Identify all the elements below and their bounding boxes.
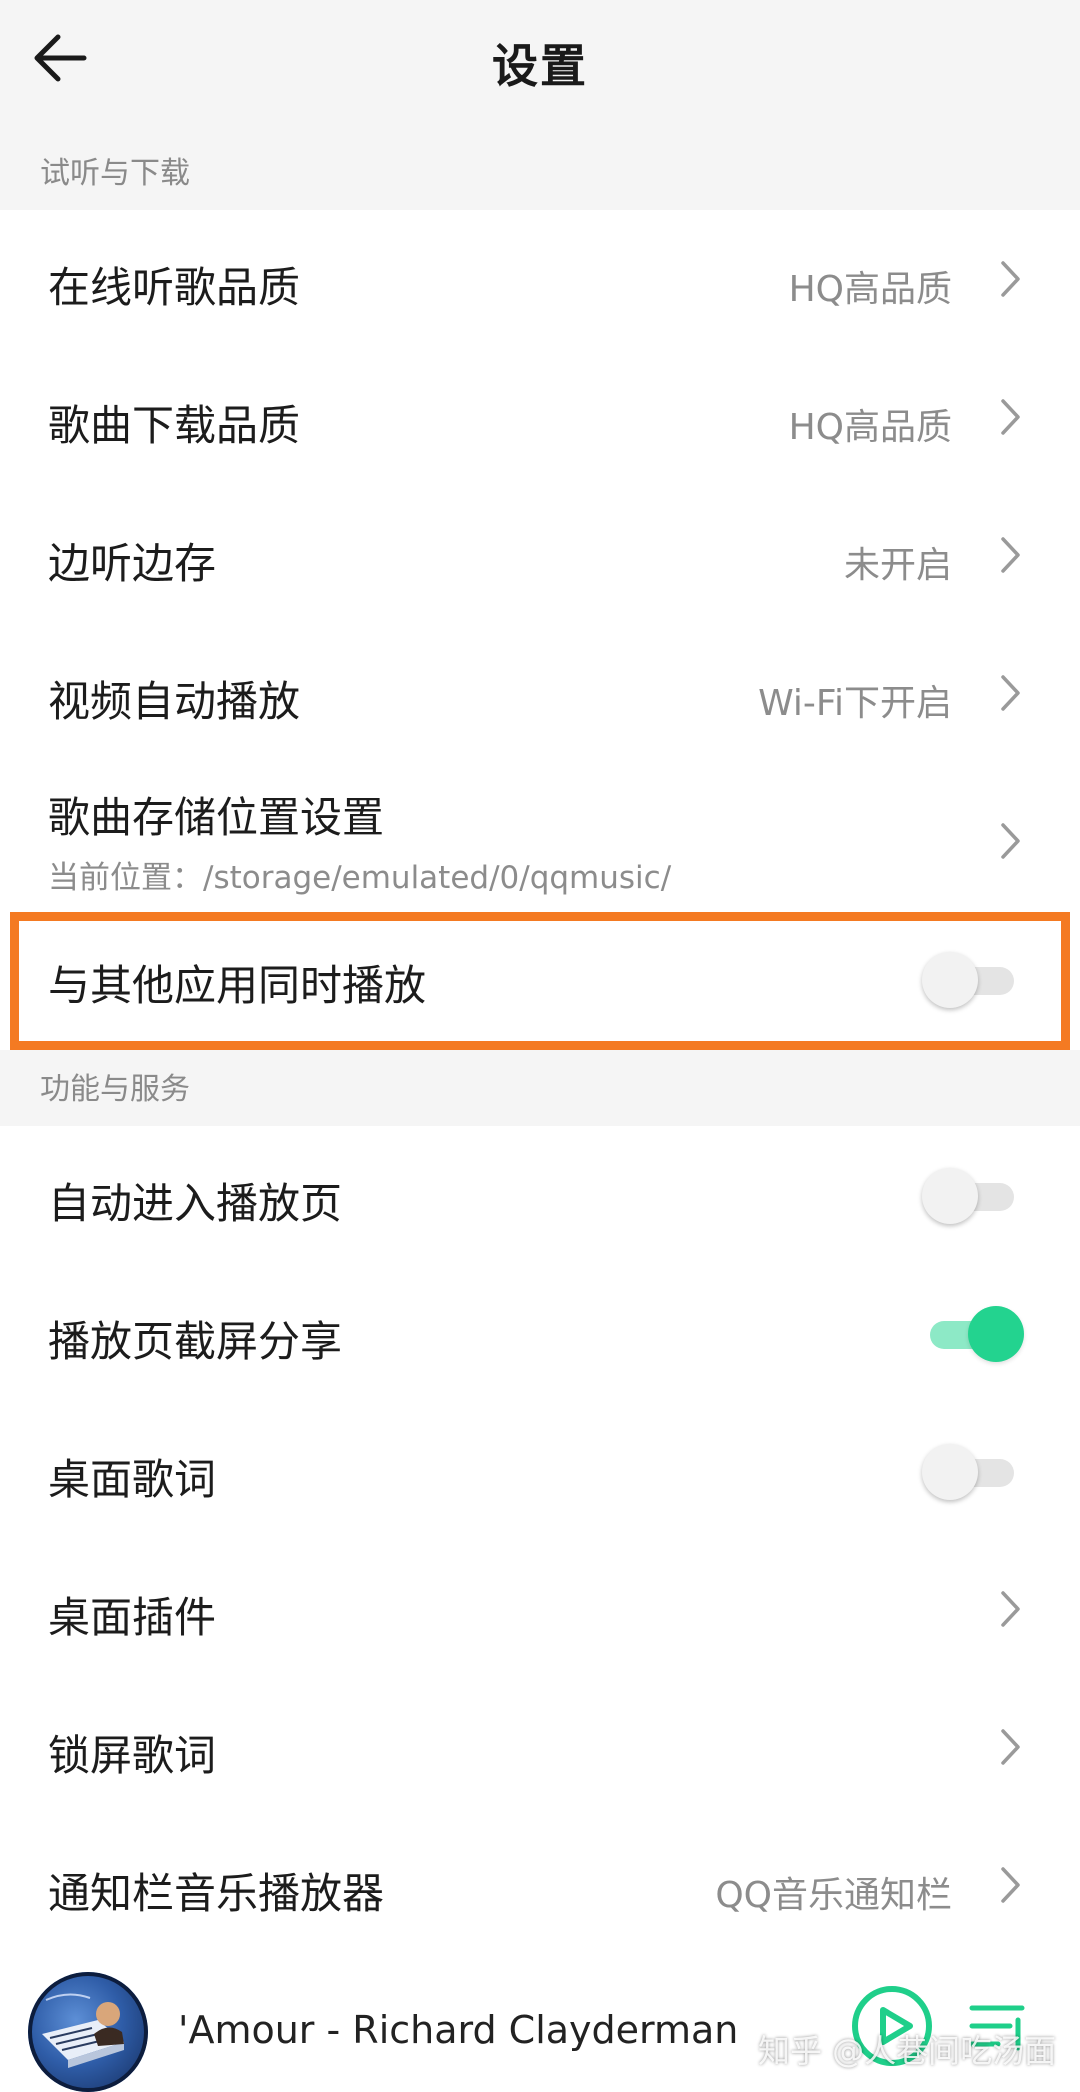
setting-online-quality[interactable]: 在线听歌品质 HQ高品质 [0,210,1080,348]
setting-label: 桌面歌词 [48,1455,217,1504]
setting-label: 锁屏歌词 [48,1731,217,1780]
section-label-features-services: 功能与服务 [40,1072,190,1107]
setting-value: HQ高品质 [788,407,952,448]
setting-label: 桌面插件 [48,1593,217,1642]
setting-storage-location[interactable]: 歌曲存储位置设置 当前位置：/storage/emulated/0/qqmusi… [0,762,1080,912]
setting-download-quality[interactable]: 歌曲下载品质 HQ高品质 [0,348,1080,486]
chevron-right-icon [1001,675,1020,711]
setting-lockscreen-lyrics[interactable]: 锁屏歌词 [0,1678,1080,1816]
section-features-services: 自动进入播放页 播放页截屏分享 桌面歌词 桌面插件 锁屏歌词 通知栏音乐播放器 … [0,1126,1080,1968]
setting-listen-and-save[interactable]: 边听边存 未开启 [0,486,1080,624]
storage-path: 当前位置：/storage/emulated/0/qqmusic/ [48,860,672,896]
setting-label: 通知栏音乐播放器 [48,1869,385,1918]
setting-value: 未开启 [843,545,952,586]
chevron-right-icon [1001,823,1020,859]
setting-label: 在线听歌品质 [48,263,301,312]
setting-screenshot-share: 播放页截屏分享 [0,1264,1080,1402]
setting-value: HQ高品质 [788,269,952,310]
setting-label: 歌曲下载品质 [48,401,301,450]
header: 设置 [0,0,1080,130]
chevron-right-icon [1001,1729,1020,1765]
chevron-right-icon [1001,261,1020,297]
setting-auto-enter-player: 自动进入播放页 [0,1126,1080,1264]
setting-notification-player[interactable]: 通知栏音乐播放器 QQ音乐通知栏 [0,1816,1080,1954]
setting-desktop-lyrics: 桌面歌词 [0,1402,1080,1540]
highlight-box [10,912,1070,1050]
now-playing-title: 'Amour - Richard Clayderman [178,2008,739,2052]
toggle-switch[interactable] [922,1442,1022,1502]
setting-label: 自动进入播放页 [48,1179,343,1228]
setting-desktop-widget[interactable]: 桌面插件 [0,1540,1080,1678]
setting-value: QQ音乐通知栏 [715,1875,952,1916]
setting-video-autoplay[interactable]: 视频自动播放 Wi-Fi下开启 [0,624,1080,762]
album-cover[interactable] [28,1972,148,2092]
setting-label: 歌曲存储位置设置 [48,793,385,842]
chevron-right-icon [1001,1591,1020,1627]
chevron-right-icon [1001,537,1020,573]
setting-label: 视频自动播放 [48,677,301,726]
chevron-right-icon [1001,399,1020,435]
page-title: 设置 [492,39,588,93]
piano-artwork-icon [28,1972,148,2092]
setting-label: 播放页截屏分享 [48,1317,343,1366]
setting-label: 边听边存 [48,539,217,588]
section-label-listen-download: 试听与下载 [40,156,190,191]
chevron-right-icon [1001,1867,1020,1903]
setting-value: Wi-Fi下开启 [758,683,952,724]
toggle-switch[interactable] [922,1304,1024,1364]
watermark: 知乎 @人巷间吃汤面 [758,2032,1057,2070]
toggle-switch[interactable] [922,1166,1022,1226]
